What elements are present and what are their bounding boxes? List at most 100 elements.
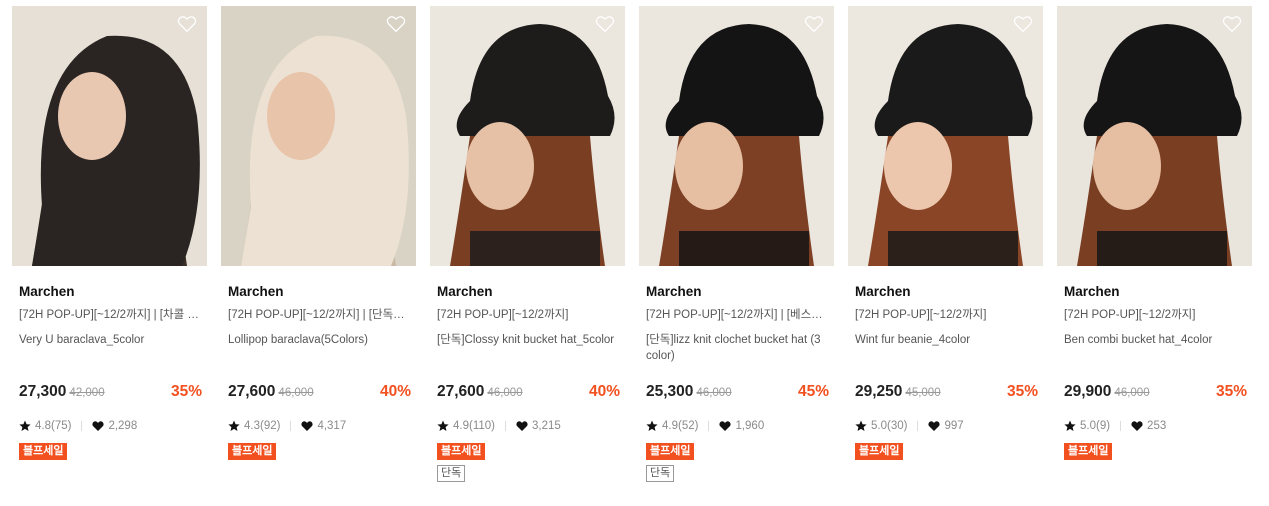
product-image[interactable]: [12, 6, 207, 266]
product-image[interactable]: [430, 6, 625, 266]
star-icon: [437, 420, 449, 431]
product-meta: 4.9(52) 1,960: [646, 418, 764, 434]
product-meta: 4.3(92) 4,317: [228, 418, 346, 434]
product-name[interactable]: Wint fur beanie_4color: [848, 332, 1043, 364]
product-image[interactable]: [1057, 6, 1252, 266]
promo-text: [72H POP-UP][~12/2까지] | [베스트...: [646, 309, 832, 321]
product-photo: [12, 6, 207, 266]
discount-rate: 35%: [1006, 383, 1038, 400]
sale-badge: 블프세일: [855, 443, 904, 460]
discount-rate: 40%: [379, 383, 411, 400]
star-icon: [19, 420, 31, 431]
wishlist-heart-icon[interactable]: [386, 15, 406, 33]
product-photo: [639, 6, 834, 266]
exclusive-badge: 단독: [437, 465, 466, 482]
price-row: 25,300 46,000 45%: [646, 383, 829, 405]
divider: [708, 421, 710, 431]
brand-name[interactable]: Marchen: [639, 283, 834, 301]
product-meta: 5.0(30) 997: [855, 418, 964, 434]
original-price: 45,000: [905, 387, 941, 399]
heart-count-icon: [516, 421, 528, 431]
heart-count-icon: [301, 421, 314, 431]
like-count: 253: [1147, 420, 1167, 432]
rating-text: 4.8(75): [35, 420, 72, 432]
product-card[interactable]: Marchen [72H POP-UP][~12/2까지] | [차콜 단...…: [12, 6, 207, 460]
divider: [290, 421, 292, 431]
wishlist-heart-icon[interactable]: [595, 15, 615, 33]
rating-text: 5.0(9): [1080, 420, 1111, 432]
sale-price: 27,600: [228, 383, 276, 400]
sale-badge: 블프세일: [19, 443, 68, 460]
product-name[interactable]: Lollipop baraclava(5Colors): [221, 332, 416, 364]
wishlist-heart-icon[interactable]: [1222, 15, 1242, 33]
price-row: 27,600 46,000 40%: [437, 383, 620, 405]
sale-price: 29,250: [855, 383, 903, 400]
rating-text: 4.9(110): [453, 420, 495, 432]
sale-price: 27,600: [437, 383, 485, 400]
product-image[interactable]: [639, 6, 834, 266]
product-meta: 4.9(110) 3,215: [437, 418, 561, 434]
product-card[interactable]: Marchen [72H POP-UP][~12/2까지] | [단독뉴... …: [221, 6, 416, 460]
original-price: 46,000: [278, 387, 314, 399]
heart-count-icon: [719, 421, 732, 431]
product-name[interactable]: Ben combi bucket hat_4color: [1057, 332, 1252, 364]
like-count: 2,298: [108, 420, 138, 432]
product-photo: [221, 6, 416, 266]
promo-text: [72H POP-UP][~12/2까지] | [단독뉴...: [228, 309, 414, 321]
promo-text: [72H POP-UP][~12/2까지]: [855, 309, 987, 321]
product-grid: Marchen [72H POP-UP][~12/2까지] | [차콜 단...…: [0, 0, 1269, 506]
wishlist-heart-icon[interactable]: [1013, 15, 1033, 33]
discount-rate: 35%: [170, 383, 202, 400]
wishlist-heart-icon[interactable]: [177, 15, 197, 33]
original-price: 46,000: [487, 387, 523, 399]
product-card[interactable]: Marchen [72H POP-UP][~12/2까지] Wint fur b…: [848, 6, 1043, 460]
divider: [917, 421, 919, 431]
star-icon: [1064, 420, 1076, 431]
product-name[interactable]: [단독]Clossy knit bucket hat_5color: [430, 332, 625, 364]
heart-count-icon: [92, 421, 105, 431]
promo-text: [72H POP-UP][~12/2까지]: [1064, 309, 1196, 321]
wishlist-heart-icon[interactable]: [804, 15, 824, 33]
star-icon: [855, 420, 867, 431]
star-icon: [646, 420, 658, 431]
brand-name[interactable]: Marchen: [430, 283, 625, 301]
divider: [81, 421, 83, 431]
discount-rate: 45%: [797, 383, 829, 400]
product-image[interactable]: [221, 6, 416, 266]
product-name[interactable]: Very U baraclava_5color: [12, 332, 207, 364]
rating-text: 4.9(52): [662, 420, 699, 432]
product-card[interactable]: Marchen [72H POP-UP][~12/2까지] Ben combi …: [1057, 6, 1252, 460]
brand-name[interactable]: Marchen: [221, 283, 416, 301]
brand-name[interactable]: Marchen: [1057, 283, 1252, 301]
divider: [504, 421, 506, 431]
product-image[interactable]: [848, 6, 1043, 266]
discount-rate: 35%: [1215, 383, 1247, 400]
sale-badge: 블프세일: [228, 443, 277, 460]
star-icon: [228, 420, 240, 431]
price-row: 27,300 42,000 35%: [19, 383, 202, 405]
brand-name[interactable]: Marchen: [848, 283, 1043, 301]
sale-price: 29,900: [1064, 383, 1112, 400]
heart-count-icon: [1131, 421, 1143, 431]
product-card[interactable]: Marchen [72H POP-UP][~12/2까지] | [베스트... …: [639, 6, 834, 482]
product-photo: [848, 6, 1043, 266]
rating-text: 5.0(30): [871, 420, 908, 432]
original-price: 46,000: [1114, 387, 1150, 399]
price-row: 27,600 46,000 40%: [228, 383, 411, 405]
original-price: 42,000: [69, 387, 105, 399]
rating-text: 4.3(92): [244, 420, 281, 432]
product-photo: [1057, 6, 1252, 266]
sale-price: 27,300: [19, 383, 67, 400]
product-meta: 4.8(75) 2,298: [19, 418, 137, 434]
product-card[interactable]: Marchen [72H POP-UP][~12/2까지] [단독]Clossy…: [430, 6, 625, 482]
heart-count-icon: [928, 421, 941, 431]
sale-badge: 블프세일: [437, 443, 486, 460]
discount-rate: 40%: [588, 383, 620, 400]
exclusive-badge: 단독: [646, 465, 675, 482]
brand-name[interactable]: Marchen: [12, 283, 207, 301]
like-count: 3,215: [531, 420, 561, 432]
promo-text: [72H POP-UP][~12/2까지] | [차콜 단...: [19, 309, 207, 321]
divider: [1120, 421, 1122, 431]
price-row: 29,900 46,000 35%: [1064, 383, 1247, 405]
product-name[interactable]: [단독]lizz knit clochet bucket hat (3 colo…: [639, 332, 834, 364]
